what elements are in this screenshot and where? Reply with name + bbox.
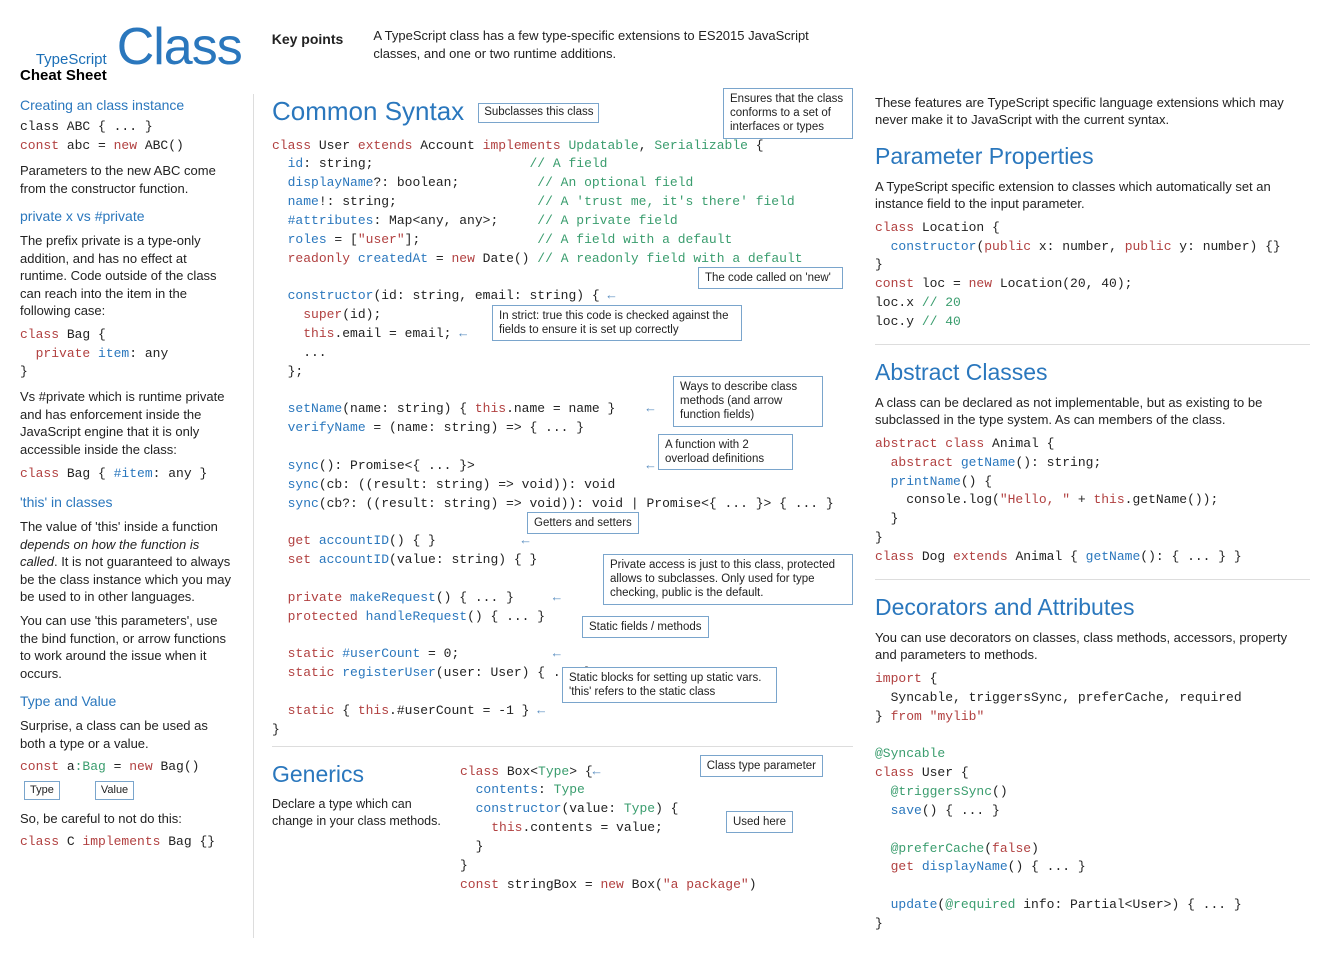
right-p-paramprops: A TypeScript specific extension to class…: [875, 178, 1310, 213]
main-layout: Creating an class instance class ABC { .…: [20, 94, 1310, 938]
right-h-decorators: Decorators and Attributes: [875, 592, 1310, 623]
callout-private: Private access is just to this class, pr…: [603, 554, 853, 605]
type-value-boxes: Type Value: [24, 781, 235, 800]
mid-h-common: Common Syntax: [272, 94, 464, 129]
callout-static: Static fields / methods: [582, 616, 709, 638]
right-p-decorators: You can use decorators on classes, class…: [875, 629, 1310, 664]
left-p-this2: You can use 'this parameters', use the b…: [20, 612, 235, 682]
left-p-params: Parameters to the new ABC come from the …: [20, 162, 235, 197]
header: TypeScript Cheat Sheet Class Key points …: [20, 12, 1310, 84]
code-instance: class ABC { ... } const abc = new ABC(): [20, 118, 235, 156]
logo-typescript: TypeScript: [20, 52, 107, 68]
page-title: Class: [117, 12, 242, 82]
left-p-this1: The value of 'this' inside a function de…: [20, 518, 235, 606]
right-p-abstract: A class can be declared as not implement…: [875, 394, 1310, 429]
left-p-careful: So, be careful to not do this:: [20, 810, 235, 828]
code-private-bag: class Bag { private item: any }: [20, 326, 235, 383]
callout-conforms: Ensures that the class conforms to a set…: [723, 88, 853, 139]
callout-staticblock: Static blocks for setting up static vars…: [562, 667, 777, 704]
key-points-label: Key points: [272, 12, 344, 49]
right-h-abstract: Abstract Classes: [875, 357, 1310, 388]
right-h-paramprops: Parameter Properties: [875, 141, 1310, 172]
middle-column: Common Syntax Subclasses this class Ensu…: [253, 94, 853, 938]
callout-getset: Getters and setters: [527, 512, 639, 534]
code-abstract: abstract class Animal { abstract getName…: [875, 435, 1310, 567]
box-value: Value: [95, 781, 134, 800]
left-p-typevalue: Surprise, a class can be used as both a …: [20, 717, 235, 752]
right-intro: These features are TypeScript specific l…: [875, 94, 1295, 129]
left-p-private2: Vs #private which is runtime private and…: [20, 388, 235, 458]
generics-block: Generics Declare a type which can change…: [272, 759, 853, 899]
left-h-instance: Creating an class instance: [20, 96, 235, 115]
left-p-private1: The prefix private is a type-only additi…: [20, 232, 235, 320]
code-hash-private: class Bag { #item: any }: [20, 465, 235, 484]
callout-classtype: Class type parameter: [700, 755, 823, 777]
generics-desc: Declare a type which can change in your …: [272, 796, 442, 830]
callout-usedhere: Used here: [726, 811, 793, 833]
left-h-private: private x vs #private: [20, 207, 235, 226]
box-type: Type: [24, 781, 60, 800]
callout-methods: Ways to describe class methods (and arro…: [673, 376, 823, 427]
logo-cheatsheet: Cheat Sheet: [20, 68, 107, 84]
left-h-this: 'this' in classes: [20, 493, 235, 512]
code-typevalue: const a:Bag = new Bag(): [20, 758, 235, 777]
callout-subclass: Subclasses this class: [478, 103, 599, 122]
callout-strict: In strict: true this code is checked aga…: [492, 305, 742, 342]
key-points-text: A TypeScript class has a few type-specif…: [373, 12, 813, 62]
logo-block: TypeScript Cheat Sheet Class: [20, 12, 242, 84]
common-syntax-block: Common Syntax Subclasses this class Ensu…: [272, 94, 853, 740]
code-decorators: import { Syncable, triggersSync, preferC…: [875, 670, 1310, 934]
left-column: Creating an class instance class ABC { .…: [20, 94, 235, 938]
logo-left: TypeScript Cheat Sheet: [20, 52, 107, 84]
mid-h-generics: Generics: [272, 759, 442, 790]
left-h-typevalue: Type and Value: [20, 692, 235, 711]
callout-overload: A function with 2 overload definitions: [658, 434, 793, 471]
code-generics: class Box<Type> {← contents: Type constr…: [460, 763, 853, 895]
right-column: These features are TypeScript specific l…: [871, 94, 1310, 938]
code-paramprops: class Location { constructor(public x: n…: [875, 219, 1310, 332]
code-implements-bag: class C implements Bag {}: [20, 833, 235, 852]
callout-new: The code called on 'new': [698, 267, 843, 289]
